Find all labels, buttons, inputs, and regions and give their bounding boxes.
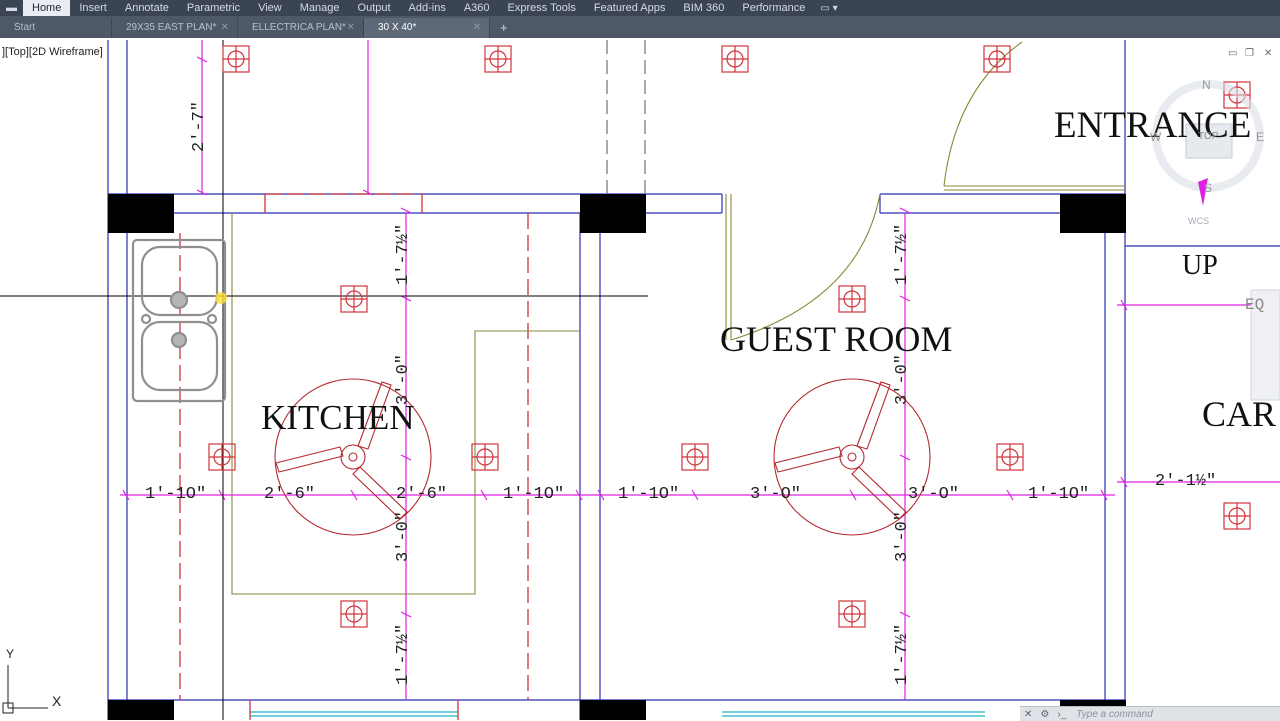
dim-h8: 1'-1O": [1028, 485, 1090, 504]
file-tab-label: 29X35 EAST PLAN*: [126, 22, 217, 33]
compass-east[interactable]: E: [1256, 130, 1264, 144]
ribbon-tab-bar: ▬ Home Insert Annotate Parametric View M…: [0, 0, 1280, 16]
dim-guest-top: 1'-7½": [893, 223, 912, 285]
dim-h2: 2'-6": [264, 485, 316, 504]
room-label-car: CAR: [1202, 394, 1277, 434]
columns: [108, 194, 1126, 720]
dim-guest-low: 3'-0": [893, 510, 912, 562]
dim-kitchen-bottom: 1'-7½": [394, 623, 413, 685]
dim-h5: 1'-1O": [618, 485, 680, 504]
ribbon-tab-featured-apps[interactable]: Featured Apps: [585, 0, 675, 16]
beam-solid-lines: [249, 194, 459, 720]
gridlines-dashed: [606, 40, 646, 194]
new-tab-plus-icon[interactable]: +: [490, 18, 518, 38]
file-tab-label: ELLECTRICA PLAN*: [252, 22, 346, 33]
ucs-y-label: Y: [6, 647, 15, 661]
compass-south[interactable]: S: [1204, 181, 1212, 195]
close-icon[interactable]: ✕: [473, 18, 481, 38]
file-tab-ellectrica-plan[interactable]: ELLECTRICA PLAN* ✕: [238, 18, 364, 38]
dim-h6: 3'-O": [750, 485, 802, 504]
dim-h1: 1'-1O": [145, 485, 207, 504]
dim-h3: 2'-6": [396, 485, 448, 504]
ribbon-minimize-icon[interactable]: ▭ ▾: [820, 3, 837, 14]
ribbon-tab-manage[interactable]: Manage: [291, 0, 349, 16]
close-icon[interactable]: ✕: [221, 18, 229, 38]
ribbon-tab-performance[interactable]: Performance: [733, 0, 814, 16]
ribbon-tab-express-tools[interactable]: Express Tools: [499, 0, 585, 16]
room-label-guest-room: GUEST ROOM: [720, 319, 953, 359]
viewport-minimize-icon[interactable]: ▭: [1228, 48, 1237, 59]
dim-guest-bottom: 1'-7½": [893, 623, 912, 685]
file-tab-start[interactable]: Start: [0, 18, 112, 38]
file-tab-30x40[interactable]: 30 X 40* ✕: [364, 18, 490, 38]
ribbon-tab-bim-360[interactable]: BIM 360: [674, 0, 733, 16]
cursor-crosshair: [0, 40, 648, 720]
app-menu-button[interactable]: ▬: [0, 0, 23, 16]
close-icon[interactable]: ✕: [347, 18, 355, 38]
wrench-icon[interactable]: ⚙: [1036, 709, 1053, 720]
ribbon-tab-insert[interactable]: Insert: [70, 0, 116, 16]
compass-north[interactable]: N: [1202, 78, 1211, 92]
ribbon-tab-a360[interactable]: A360: [455, 0, 499, 16]
file-tab-bar: Start 29X35 EAST PLAN* ✕ ELLECTRICA PLAN*…: [0, 16, 1280, 38]
ucs-x-label: X: [52, 693, 62, 709]
counter-and-door: [231, 41, 1125, 595]
viewcube-top-face[interactable]: TOP: [1198, 131, 1218, 142]
dim-kitchen-top: 1'-7½": [394, 223, 413, 285]
ribbon-tab-home[interactable]: Home: [23, 0, 71, 16]
dim-h4: 1'-1O": [503, 485, 565, 504]
file-tab-29x35-east-plan[interactable]: 29X35 EAST PLAN* ✕: [112, 18, 238, 38]
wcs-menu[interactable]: WCS: [1188, 216, 1209, 226]
cursor-highlight: [215, 292, 227, 304]
ribbon-tab-output[interactable]: Output: [349, 0, 400, 16]
viewport-restore-icon[interactable]: ❐: [1245, 48, 1254, 59]
ribbon-tab-view[interactable]: View: [249, 0, 291, 16]
viewport-close-icon[interactable]: ✕: [1264, 48, 1272, 59]
command-input[interactable]: Type a command: [1076, 709, 1153, 720]
close-icon[interactable]: ✕: [1020, 709, 1036, 720]
file-tab-label: Start: [14, 22, 36, 33]
compass-west[interactable]: W: [1150, 130, 1161, 144]
dim-kitchen-low: 3'-0": [394, 510, 413, 562]
dim-guest-mid: 3'-0": [893, 353, 912, 405]
ucs-icon: [2, 665, 48, 714]
ribbon-tab-parametric[interactable]: Parametric: [178, 0, 249, 16]
kitchen-sink: [131, 238, 227, 403]
dim-h7: 3'-O": [908, 485, 960, 504]
dim-kitchen-mid: 3'-0": [394, 353, 413, 405]
dimension-ticks: [122, 56, 1128, 618]
command-prompt-icon[interactable]: ›_: [1053, 709, 1070, 720]
room-label-kitchen: KITCHEN: [261, 398, 415, 437]
ribbon-tab-add-ins[interactable]: Add-ins: [400, 0, 455, 16]
dim-top-left: 2'-7": [190, 100, 209, 152]
ribbon-tab-annotate[interactable]: Annotate: [116, 0, 178, 16]
dim-right-h: 2'-1½": [1155, 472, 1217, 491]
viewport-controls-label[interactable]: ][Top][2D Wireframe]: [2, 46, 103, 58]
dim-eq: EQ: [1245, 296, 1265, 314]
file-tab-label: 30 X 40*: [378, 22, 417, 33]
command-line[interactable]: ✕ ⚙ ›_ Type a command: [1020, 706, 1280, 721]
stair-label-up: UP: [1182, 250, 1218, 281]
